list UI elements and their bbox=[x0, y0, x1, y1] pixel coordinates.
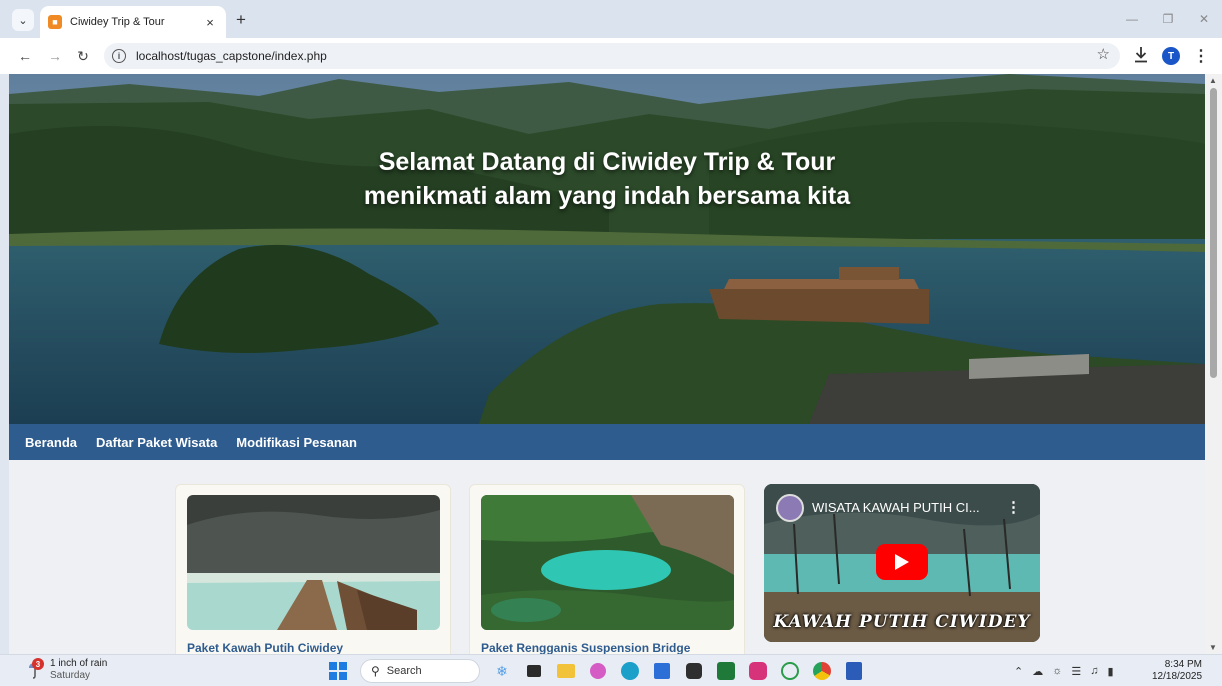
taskbar-apps: ⚲ Search ❄ bbox=[322, 659, 870, 683]
hero-landscape-image bbox=[9, 74, 1205, 424]
address-bar[interactable]: i localhost/tugas_capstone/index.php ☆ bbox=[104, 43, 1120, 69]
clock-time: 8:34 PM bbox=[1164, 659, 1202, 670]
windows-taskbar: 3 1 inch of rain Saturday ⚲ Search ❄ ⌃ ☁… bbox=[0, 654, 1222, 686]
taskbar-search[interactable]: ⚲ Search bbox=[360, 659, 480, 683]
instagram-icon[interactable] bbox=[746, 659, 770, 683]
forward-arrow-icon[interactable]: → bbox=[44, 45, 66, 67]
package-card[interactable]: Paket Kawah Putih Ciwidey bbox=[175, 484, 451, 654]
star-icon[interactable]: ☆ bbox=[1097, 45, 1110, 63]
browser-tab[interactable]: ■ Ciwidey Trip & Tour × bbox=[40, 6, 226, 38]
browser-toolbar: ← → ↻ i localhost/tugas_capstone/index.p… bbox=[0, 38, 1222, 74]
download-icon[interactable] bbox=[1133, 46, 1149, 64]
channel-avatar[interactable] bbox=[776, 494, 804, 522]
play-icon bbox=[895, 554, 909, 570]
restore-icon[interactable]: ❐ bbox=[1150, 0, 1186, 38]
search-label: Search bbox=[386, 665, 422, 677]
sync-icon[interactable]: ☼ bbox=[1052, 665, 1062, 677]
youtube-video-embed[interactable]: WISATA KAWAH PUTIH CI... ⋮ KAWAH PUTIH C… bbox=[764, 484, 1040, 642]
copilot-icon[interactable] bbox=[586, 659, 610, 683]
volume-icon[interactable]: ♫ bbox=[1090, 665, 1098, 677]
package-section: Paket Kawah Putih Ciwidey Paket Renggani… bbox=[9, 460, 1205, 654]
scroll-thumb[interactable] bbox=[1210, 88, 1217, 378]
app-hexagon-icon[interactable] bbox=[682, 659, 706, 683]
page-scrollbar[interactable]: ▲ ▼ bbox=[1205, 74, 1222, 654]
main-navbar: Beranda Daftar Paket Wisata Modifikasi P… bbox=[9, 424, 1205, 460]
word-icon[interactable] bbox=[842, 659, 866, 683]
search-icon: ⚲ bbox=[371, 664, 380, 678]
page-viewport: Selamat Datang di Ciwidey Trip & Tour me… bbox=[9, 74, 1205, 654]
edge-icon[interactable] bbox=[618, 659, 642, 683]
xbox-icon[interactable] bbox=[714, 659, 738, 683]
window-controls: — ❐ ✕ bbox=[1114, 0, 1222, 38]
task-view-icon[interactable] bbox=[522, 659, 546, 683]
store-icon[interactable] bbox=[650, 659, 674, 683]
weather-badge: 3 bbox=[32, 658, 44, 670]
package-card-title[interactable]: Paket Kawah Putih Ciwidey bbox=[187, 641, 343, 654]
file-explorer-icon[interactable] bbox=[554, 659, 578, 683]
info-icon[interactable]: i bbox=[112, 49, 126, 63]
chrome-icon[interactable] bbox=[810, 659, 834, 683]
video-title[interactable]: WISATA KAWAH PUTIH CI... bbox=[812, 500, 980, 515]
favicon-icon: ■ bbox=[48, 15, 62, 29]
url-text: localhost/tugas_capstone/index.php bbox=[136, 49, 327, 63]
scroll-down-icon[interactable]: ▼ bbox=[1209, 643, 1217, 652]
rain-icon: 3 bbox=[26, 658, 44, 680]
scroll-up-icon[interactable]: ▲ bbox=[1209, 76, 1217, 85]
kawah-putih-image bbox=[187, 495, 440, 630]
battery-icon[interactable]: ▮ bbox=[1107, 665, 1113, 678]
rengganis-image bbox=[481, 495, 734, 630]
show-hidden-icons[interactable]: ⌃ bbox=[1014, 665, 1023, 678]
wifi-icon[interactable]: ☰ bbox=[1071, 665, 1081, 678]
hero-title-line-2: menikmati alam yang indah bersama kita bbox=[363, 182, 851, 210]
play-button[interactable] bbox=[876, 544, 928, 580]
system-tray: ⌃ ☁ ☼ ☰ ♫ ▮ bbox=[1014, 660, 1123, 682]
tab-list-icon[interactable]: ⌄ bbox=[12, 9, 34, 31]
tab-title: Ciwidey Trip & Tour bbox=[70, 16, 165, 28]
video-caption: KAWAH PUTIH CIWIDEY bbox=[773, 612, 1031, 632]
weather-day: Saturday bbox=[50, 670, 91, 681]
weather-summary: 1 inch of rain bbox=[50, 658, 108, 669]
clock-date: 12/18/2025 bbox=[1152, 671, 1203, 682]
nav-modifikasi-pesanan[interactable]: Modifikasi Pesanan bbox=[236, 435, 357, 450]
profile-avatar[interactable]: T bbox=[1162, 47, 1180, 65]
reload-icon[interactable]: ↻ bbox=[72, 45, 94, 67]
browser-tabstrip: ⌄ ■ Ciwidey Trip & Tour × + — ❐ ✕ bbox=[0, 0, 1222, 38]
tab-close-icon[interactable]: × bbox=[202, 15, 218, 30]
package-card[interactable]: Paket Rengganis Suspension Bridge bbox=[469, 484, 745, 654]
hero-title-line-1: Selamat Datang di Ciwidey Trip & Tour bbox=[378, 148, 836, 176]
windows-start-icon[interactable] bbox=[326, 659, 350, 683]
nav-beranda[interactable]: Beranda bbox=[25, 435, 77, 450]
video-more-icon[interactable]: ⋮ bbox=[1006, 498, 1021, 516]
whatsapp-icon[interactable] bbox=[778, 659, 802, 683]
package-card-title[interactable]: Paket Rengganis Suspension Bridge bbox=[481, 641, 690, 654]
more-menu-icon[interactable]: ⋮ bbox=[1193, 46, 1209, 66]
new-tab-button[interactable]: + bbox=[232, 10, 250, 30]
back-arrow-icon[interactable]: ← bbox=[14, 45, 36, 67]
weather-widget[interactable]: 3 1 inch of rain Saturday bbox=[26, 658, 107, 682]
app-tray-icon[interactable]: ☁ bbox=[1032, 665, 1043, 678]
taskbar-clock[interactable]: 8:34 PM 12/18/2025 bbox=[1152, 659, 1202, 683]
hero-banner: Selamat Datang di Ciwidey Trip & Tour me… bbox=[9, 74, 1205, 424]
nav-daftar-paket-wisata[interactable]: Daftar Paket Wisata bbox=[96, 435, 217, 450]
close-window-icon[interactable]: ✕ bbox=[1186, 0, 1222, 38]
minimize-icon[interactable]: — bbox=[1114, 0, 1150, 38]
widgets-icon[interactable]: ❄ bbox=[490, 659, 514, 683]
